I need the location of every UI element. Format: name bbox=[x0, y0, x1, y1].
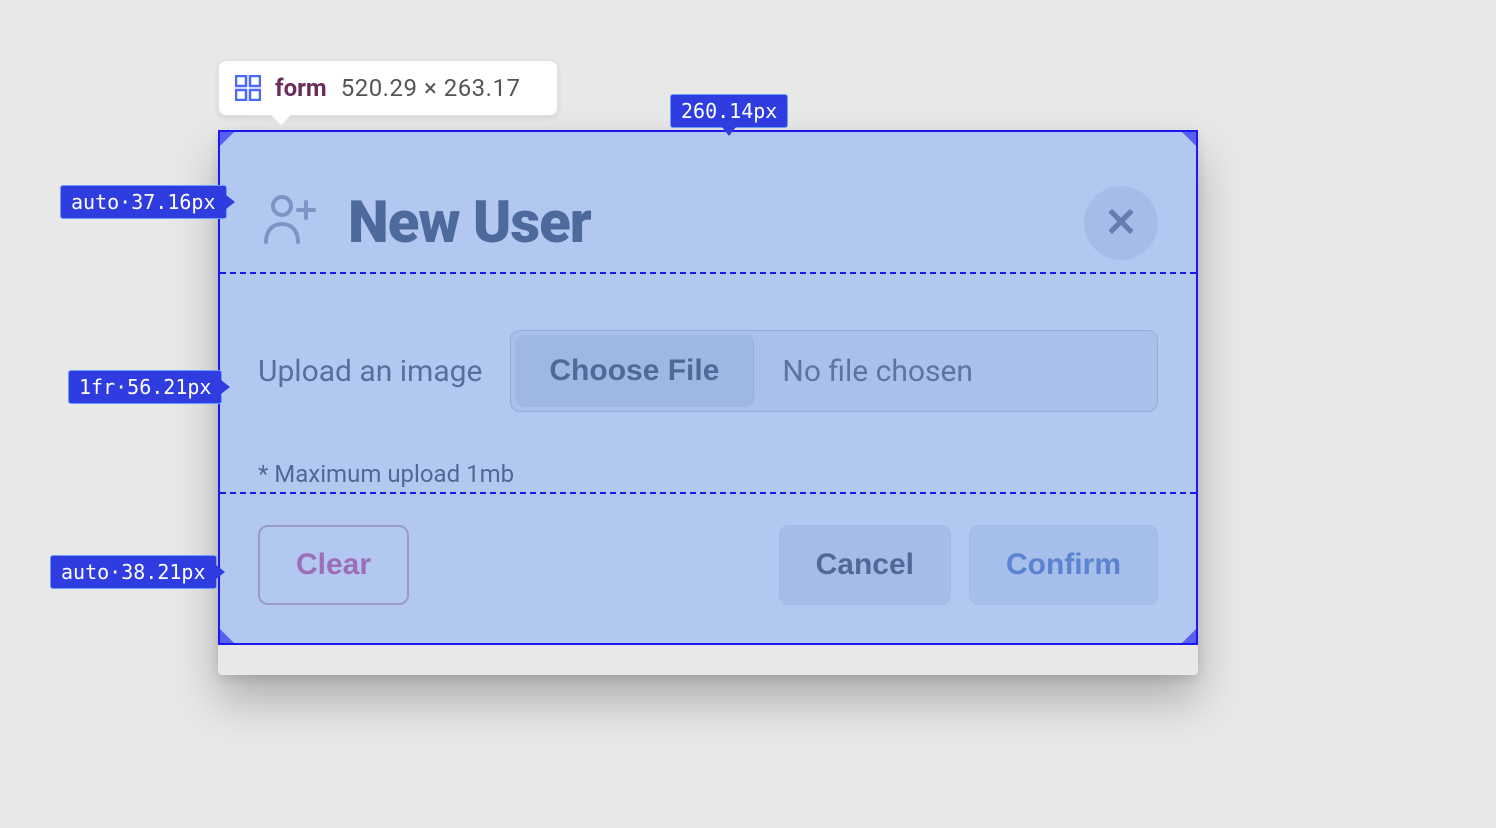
grid-column-width-label: 260.14px bbox=[670, 94, 788, 128]
modal-header: New User ✕ bbox=[258, 186, 1158, 260]
modal-body: Upload an image Choose File No file chos… bbox=[258, 260, 1158, 525]
upload-label: Upload an image bbox=[258, 354, 482, 389]
confirm-button[interactable]: Confirm bbox=[969, 525, 1158, 605]
grid-icon bbox=[235, 75, 261, 101]
grid-extend-marker bbox=[1182, 132, 1196, 146]
close-button[interactable]: ✕ bbox=[1084, 186, 1158, 260]
grid-row-label: auto·38.21px bbox=[50, 555, 217, 589]
modal-title: New User bbox=[348, 189, 591, 257]
grid-row-label: auto·37.16px bbox=[60, 185, 227, 219]
file-input[interactable]: Choose File No file chosen bbox=[510, 330, 1158, 412]
upload-field-row: Upload an image Choose File No file chos… bbox=[258, 330, 1158, 412]
file-status: No file chosen bbox=[758, 331, 1157, 411]
clear-button[interactable]: Clear bbox=[258, 525, 409, 605]
tooltip-dimensions: 520.29 × 263.17 bbox=[341, 74, 521, 102]
add-user-icon bbox=[258, 190, 320, 256]
grid-extend-marker bbox=[220, 132, 234, 146]
grid-extend-marker bbox=[220, 629, 234, 643]
close-icon: ✕ bbox=[1104, 200, 1138, 246]
cancel-button[interactable]: Cancel bbox=[779, 525, 951, 605]
tooltip-element: form bbox=[275, 74, 327, 102]
upload-helper-text: * Maximum upload 1mb bbox=[258, 460, 1158, 488]
modal-footer: Clear Cancel Confirm bbox=[258, 525, 1158, 605]
grid-row-label: 1fr·56.21px bbox=[68, 370, 222, 404]
choose-file-button[interactable]: Choose File bbox=[515, 335, 754, 407]
grid-extend-marker bbox=[1182, 629, 1196, 643]
new-user-form: New User ✕ Upload an image Choose File N… bbox=[218, 130, 1198, 645]
devtools-tooltip: form 520.29 × 263.17 bbox=[218, 60, 558, 116]
